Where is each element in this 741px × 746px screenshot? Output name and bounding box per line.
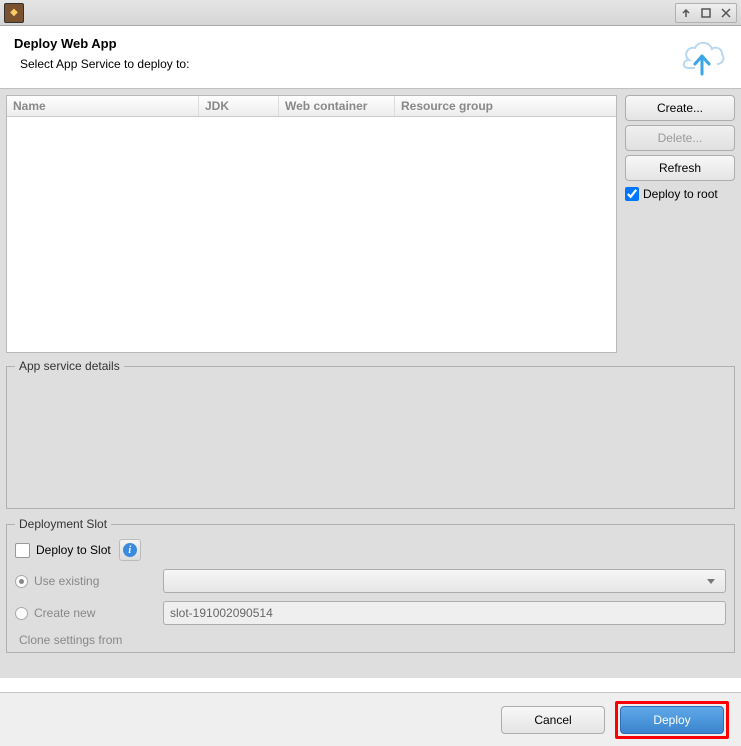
window-controls: [675, 3, 737, 23]
dialog-footer: Cancel Deploy: [0, 692, 741, 746]
dialog-subtitle: Select App Service to deploy to:: [20, 57, 189, 71]
content-area: Name JDK Web container Resource group Cr…: [0, 88, 741, 678]
slot-legend: Deployment Slot: [15, 517, 111, 531]
table-body: [7, 117, 616, 349]
deploy-to-root-label: Deploy to root: [643, 187, 718, 201]
create-new-radio: [15, 607, 28, 620]
deploy-to-slot-checkbox[interactable]: [15, 543, 30, 558]
titlebar: ◆: [0, 0, 741, 26]
use-existing-row: Use existing: [15, 569, 726, 593]
column-name[interactable]: Name: [7, 96, 199, 116]
side-buttons: Create... Delete... Refresh Deploy to ro…: [625, 95, 735, 353]
deployment-slot-fieldset: Deployment Slot Deploy to Slot i Use exi…: [6, 517, 735, 653]
deploy-to-root-checkbox[interactable]: [625, 187, 639, 201]
use-existing-label: Use existing: [34, 574, 99, 588]
existing-slot-combo: [163, 569, 726, 593]
new-slot-input: slot-191002090514: [163, 601, 726, 625]
deploy-button[interactable]: Deploy: [620, 706, 724, 734]
column-web-container[interactable]: Web container: [279, 96, 395, 116]
delete-button: Delete...: [625, 125, 735, 151]
maximize-button[interactable]: [697, 5, 715, 21]
table-header: Name JDK Web container Resource group: [7, 96, 616, 117]
create-button[interactable]: Create...: [625, 95, 735, 121]
clone-settings-label: Clone settings from: [15, 633, 726, 647]
details-legend: App service details: [15, 359, 124, 373]
use-existing-radio: [15, 575, 28, 588]
app-service-details-fieldset: App service details: [6, 359, 735, 509]
column-resource-group[interactable]: Resource group: [395, 96, 616, 116]
cancel-button[interactable]: Cancel: [501, 706, 605, 734]
close-button[interactable]: [717, 5, 735, 21]
deploy-to-root-row[interactable]: Deploy to root: [625, 187, 735, 201]
dialog-header: Deploy Web App Select App Service to dep…: [0, 26, 741, 88]
app-icon: ◆: [4, 3, 24, 23]
app-service-table[interactable]: Name JDK Web container Resource group: [6, 95, 617, 353]
cloud-upload-icon: [677, 36, 727, 76]
deploy-to-slot-label: Deploy to Slot: [36, 543, 111, 557]
deploy-to-slot-row[interactable]: Deploy to Slot i: [15, 539, 726, 561]
minimize-button[interactable]: [677, 5, 695, 21]
column-jdk[interactable]: JDK: [199, 96, 279, 116]
info-icon[interactable]: i: [119, 539, 141, 561]
chevron-down-icon: [707, 579, 715, 584]
create-new-row: Create new slot-191002090514: [15, 601, 726, 625]
create-new-label: Create new: [34, 606, 95, 620]
refresh-button[interactable]: Refresh: [625, 155, 735, 181]
deploy-highlight: Deploy: [615, 701, 729, 739]
dialog-title: Deploy Web App: [14, 36, 189, 51]
